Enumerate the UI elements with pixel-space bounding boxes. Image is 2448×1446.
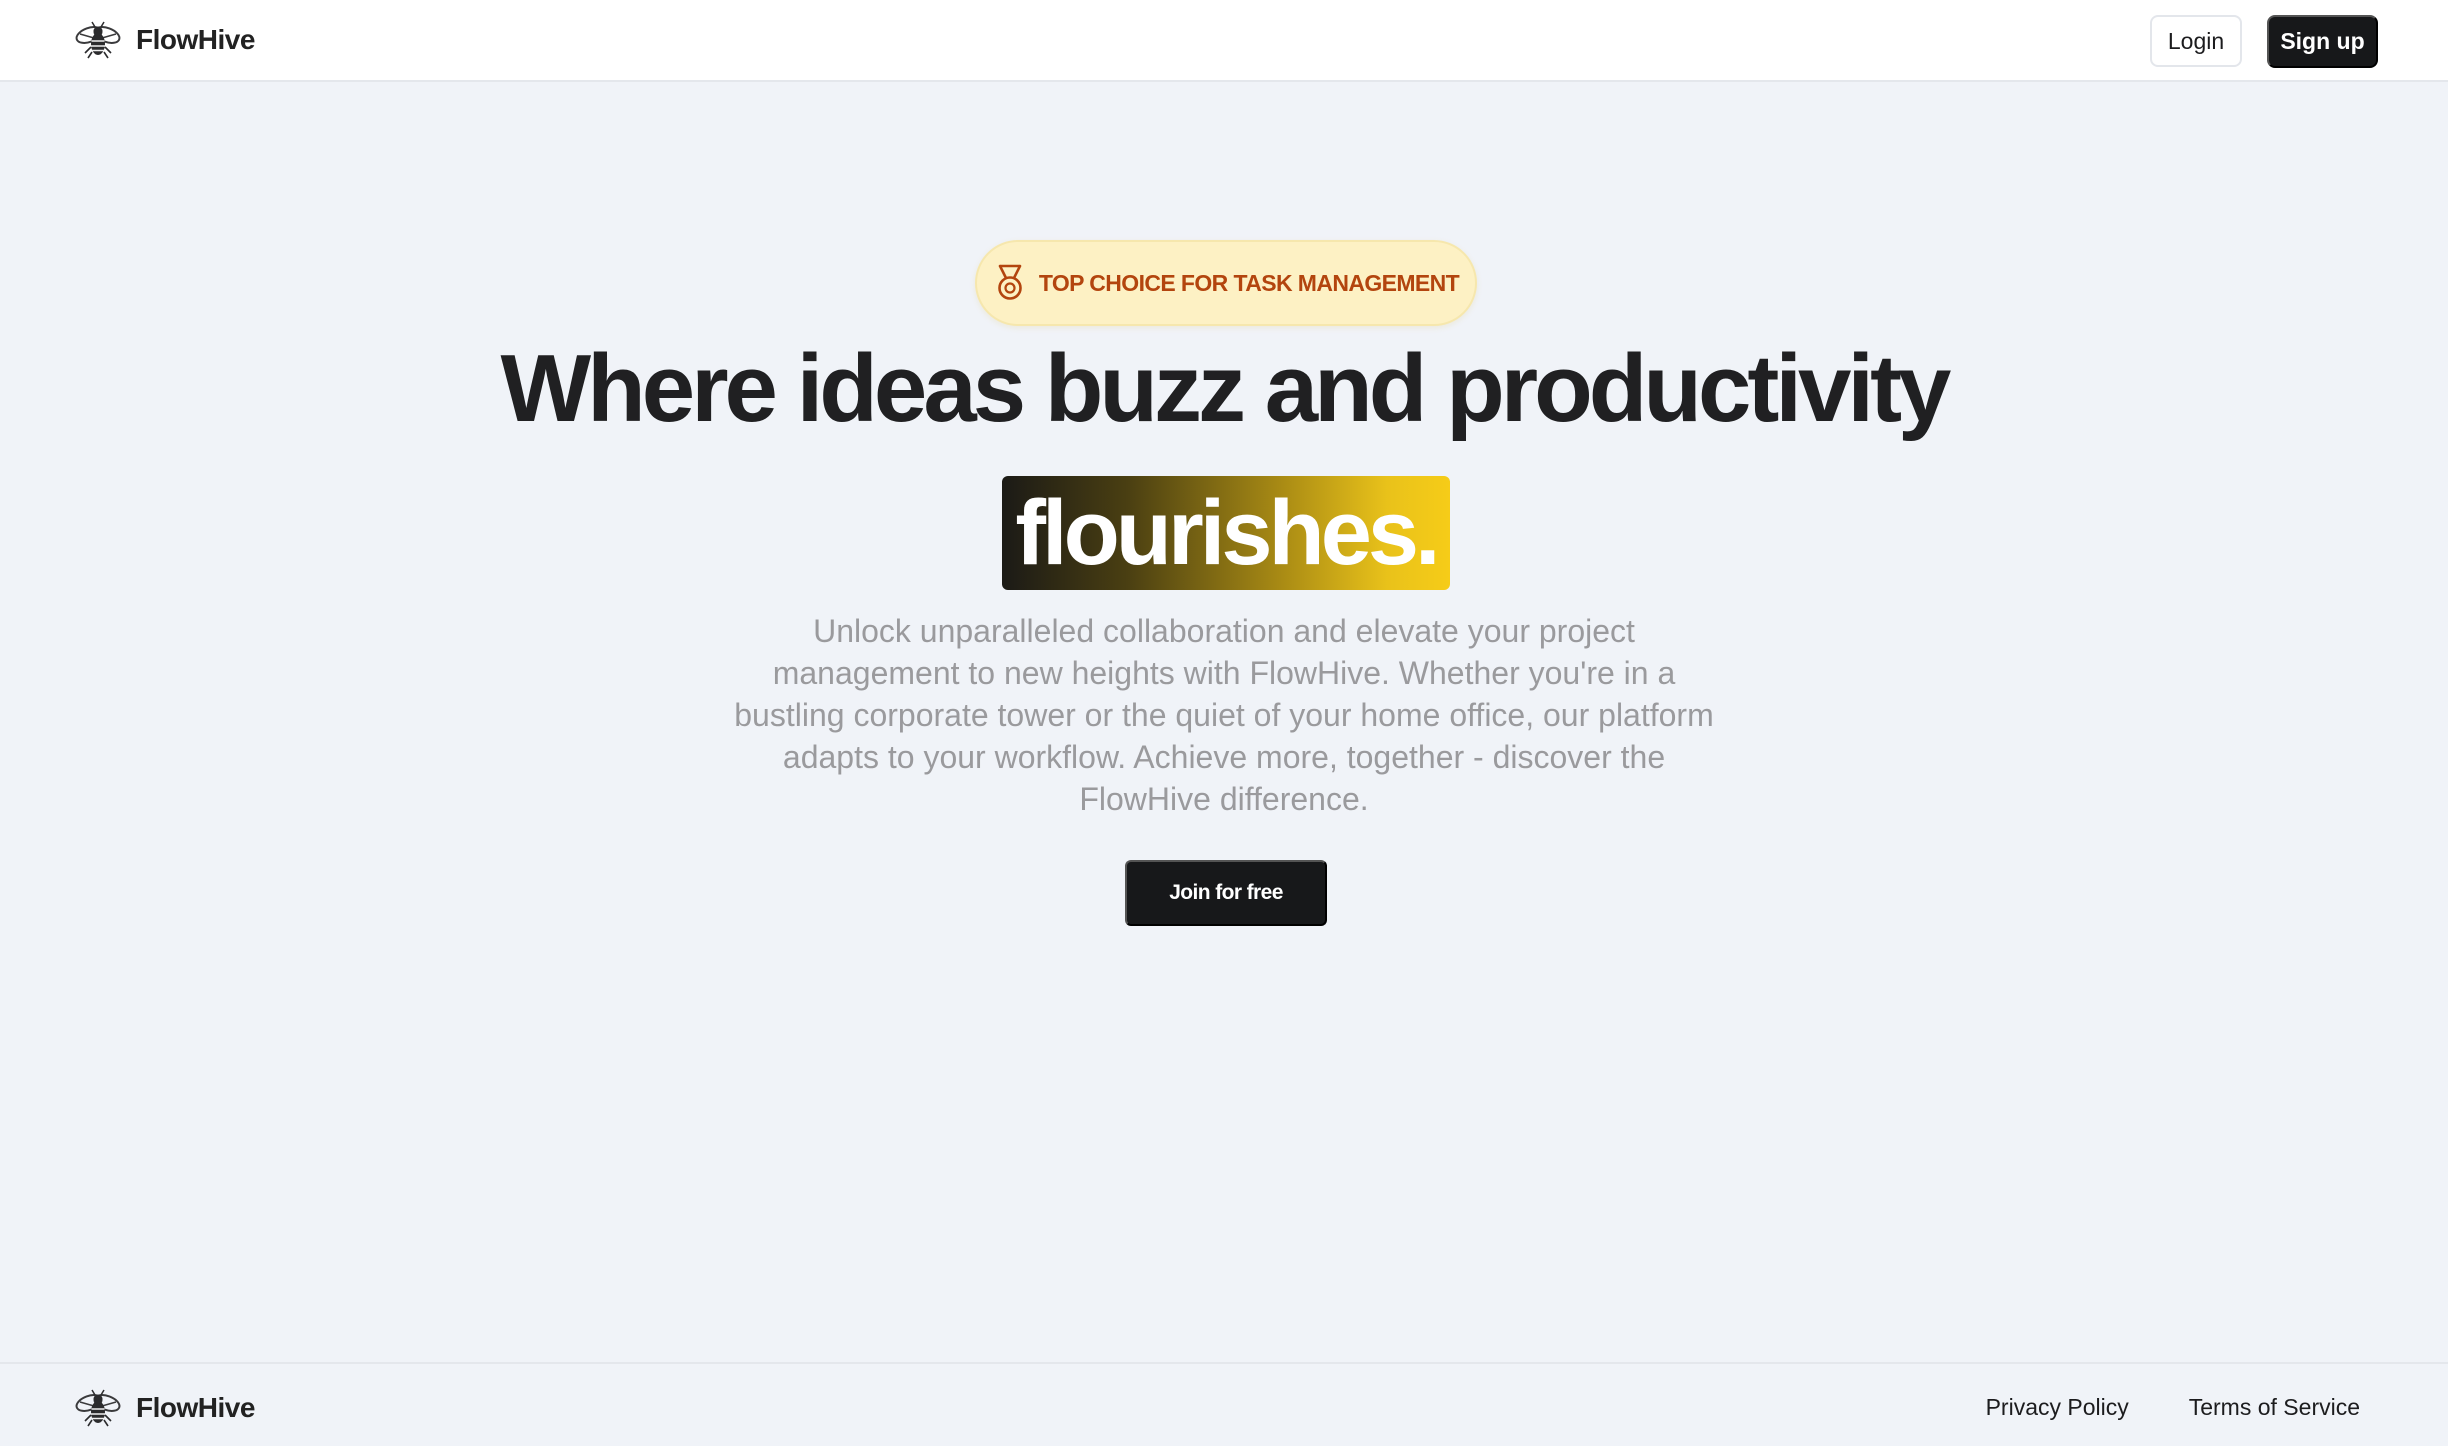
highlight-word: flourishes. bbox=[1015, 482, 1440, 584]
hero-headline: Where ideas buzz and productivity bbox=[500, 335, 1952, 442]
medal-icon bbox=[993, 263, 1027, 303]
top-choice-badge: TOP CHOICE FOR TASK MANAGEMENT bbox=[975, 240, 1477, 326]
brand-name: FlowHive bbox=[136, 24, 255, 55]
signup-button[interactable]: Sign up bbox=[2267, 15, 2378, 68]
footer-links: Privacy Policy Terms of Service bbox=[1986, 1394, 2360, 1421]
hero-description: Unlock unparalleled collaboration and el… bbox=[734, 613, 1714, 817]
badge-label: TOP CHOICE FOR TASK MANAGEMENT bbox=[1038, 269, 1460, 296]
page-footer: FlowHive Privacy Policy Terms of Service bbox=[0, 1362, 2448, 1446]
terms-of-service-link[interactable]: Terms of Service bbox=[2189, 1394, 2360, 1421]
headline-highlight: flourishes. bbox=[1002, 476, 1450, 590]
bee-icon bbox=[72, 1386, 124, 1430]
privacy-policy-link[interactable]: Privacy Policy bbox=[1986, 1394, 2129, 1421]
bee-icon bbox=[72, 18, 124, 62]
join-for-free-button[interactable]: Join for free bbox=[1125, 860, 1327, 926]
top-navbar: FlowHive Login Sign up bbox=[0, 0, 2448, 82]
footer-brand-name: FlowHive bbox=[136, 1392, 255, 1423]
brand-logo-link[interactable]: FlowHive bbox=[72, 18, 255, 62]
footer-brand-logo-link[interactable]: FlowHive bbox=[72, 1386, 255, 1430]
login-button[interactable]: Login bbox=[2150, 15, 2242, 67]
